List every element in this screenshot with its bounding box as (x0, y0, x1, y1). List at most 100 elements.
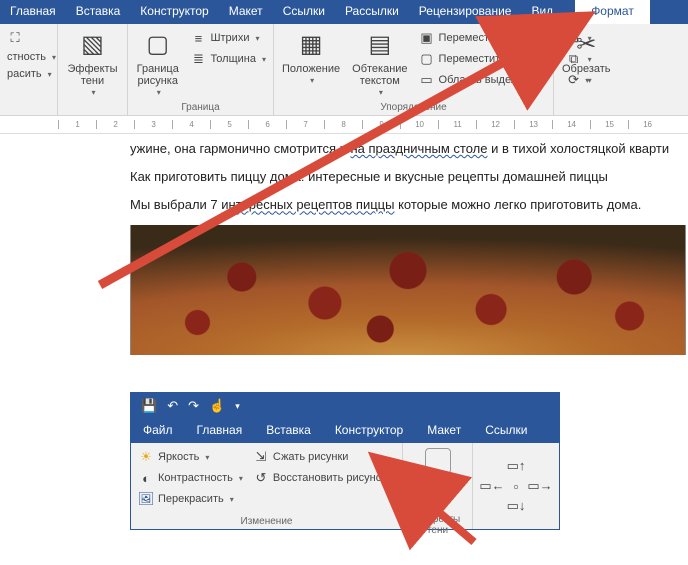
crop-button[interactable]: ✂ Обрезать (558, 27, 615, 88)
touch-mode-icon[interactable]: ☝ (209, 398, 225, 414)
recolor-button[interactable]: 🖼 Перекрасить (135, 490, 246, 508)
group-label-nudge (477, 526, 555, 528)
reset-label: Восстановить рисунок (273, 472, 387, 484)
p1a: ужине, она гармонично смотрится и (130, 141, 350, 156)
crop-tool-icon: ✂ (570, 29, 602, 61)
crop-icon: ⛶ (7, 30, 23, 46)
nudge-center-icon: ▫ (508, 478, 524, 494)
bring-forward-label: Переместить вперёд (439, 32, 546, 44)
compress-icon: ⇲ (253, 449, 269, 465)
p1c: и в тихой холостяцкой кварти (487, 141, 669, 156)
weight-button[interactable]: ≣ Толщина (187, 50, 269, 68)
position-button[interactable]: ▦ Положение (278, 27, 344, 88)
compress-pictures-button[interactable]: ⇲ Сжать рисунки (250, 448, 390, 466)
contrast-button[interactable]: ◐Контрастность (135, 469, 246, 487)
nudge-center-button[interactable]: ▫ (505, 477, 527, 495)
bring-forward-button[interactable]: ▣Переместить вперёд (416, 29, 559, 47)
nudge-up-button[interactable]: ▭↑ (477, 457, 555, 475)
undo-icon[interactable]: ↶ (167, 398, 178, 414)
tab-view[interactable]: Вид (521, 0, 563, 24)
picture-border-button[interactable]: ▢ Граница рисунка (132, 27, 183, 100)
qat-customize-icon[interactable]: ▾ (235, 401, 240, 412)
tab-design[interactable]: Конструктор (130, 0, 218, 24)
brightness-button[interactable]: ☀Яркость (135, 448, 246, 466)
p3c: которые можно легко приготовить дома. (394, 197, 641, 212)
nudge-right-icon: ▭→ (532, 478, 548, 494)
selection-pane-label: Область выделения (439, 74, 542, 86)
weight-icon: ≣ (190, 51, 206, 67)
group-label-shadow: Эффекты тени (407, 513, 468, 537)
ribbon-tabs-2: Файл Главная Вставка Конструктор Макет С… (131, 419, 559, 443)
tab-review[interactable]: Рецензирование (409, 0, 522, 24)
picture-border-icon: ▢ (142, 29, 174, 61)
tab2-home[interactable]: Главная (185, 419, 255, 443)
doc-paragraph-3: Мы выбрали 7 интересных рецептов пиццы к… (130, 196, 688, 214)
ribbon-tabs: Главная Вставка Конструктор Макет Ссылки… (0, 0, 688, 24)
group-label-border: Граница (132, 101, 269, 114)
group-label-crop (558, 112, 610, 114)
p3a: Мы выбрали 7 (130, 197, 221, 212)
shadow-effects-button[interactable]: ▧ Эффекты тени (62, 27, 123, 100)
tab-layout[interactable]: Макет (219, 0, 273, 24)
selection-pane-icon: ▭ (419, 72, 435, 88)
wrap-text-label: Обтекание текстом (352, 63, 407, 87)
horizontal-ruler[interactable]: 12345678910111213141516 (0, 116, 688, 134)
crop-label: Обрезать (562, 63, 611, 75)
shadow-effects-label: Эффекты тени (66, 63, 119, 87)
hatch-button[interactable]: ≡Штрихи (187, 29, 269, 47)
ribbon: ⛶ стность расить ▧ Эффекты тени ▢ Границ… (0, 24, 688, 116)
position-label: Положение (282, 63, 340, 75)
p3b: интересных рецептов пиццы (221, 197, 394, 212)
picture-border-label: Граница рисунка (136, 63, 179, 87)
shadow-effects-label-2: Эффекты тени (411, 476, 464, 500)
doc-paragraph-2: Как приготовить пиццу дома: интересные и… (130, 168, 688, 186)
send-backward-icon: ▢ (419, 51, 435, 67)
tab-references[interactable]: Ссылки (273, 0, 335, 24)
reset-icon: ↺ (253, 470, 269, 486)
selection-pane-button[interactable]: ▭ Область выделения (416, 71, 559, 89)
nudge-down-button[interactable]: ▭↓ (477, 497, 555, 515)
brightness-icon: ☀ (138, 449, 154, 465)
inserted-pizza-image[interactable] (130, 225, 686, 355)
weight-label: Толщина (210, 53, 256, 65)
tab2-design[interactable]: Конструктор (323, 419, 415, 443)
tab2-references[interactable]: Ссылки (473, 419, 539, 443)
send-backward-button[interactable]: ▢ Переместить назад (416, 50, 559, 68)
document-body[interactable]: ужине, она гармонично смотрится и на пра… (0, 134, 688, 355)
partial-btn-2[interactable]: расить (4, 67, 53, 81)
ribbon-2: ☀Яркость ◐Контрастность 🖼 Перекрасить ⇲ Сж… (131, 443, 559, 529)
tab2-file[interactable]: Файл (131, 419, 185, 443)
shadow-effects-button-2[interactable]: Эффекты тени (407, 446, 468, 513)
tab-insert[interactable]: Вставка (66, 0, 131, 24)
redo-icon[interactable]: ↷ (188, 398, 199, 414)
wrap-text-button[interactable]: ▤ Обтекание текстом (348, 27, 411, 100)
wrap-text-icon: ▤ (364, 29, 396, 61)
group-label-partial (4, 112, 53, 114)
save-icon[interactable]: 💾 (141, 398, 157, 414)
reset-picture-button[interactable]: ↺ Восстановить рисунок (250, 469, 390, 487)
tab-home[interactable]: Главная (0, 0, 66, 24)
second-window: 💾 ↶ ↷ ☝ ▾ Файл Главная Вставка Конструкт… (130, 392, 560, 530)
shadow-effects-icon: ▧ (77, 29, 109, 61)
recolor-label: Перекрасить (158, 493, 224, 505)
nudge-up-icon: ▭↑ (508, 458, 524, 474)
nudge-down-icon: ▭↓ (508, 498, 524, 514)
tab-format[interactable]: Формат (575, 0, 650, 24)
partial-btn-1[interactable]: стность (4, 50, 53, 64)
hatch-icon: ≡ (190, 30, 206, 46)
nudge-left-icon: ▭← (484, 478, 500, 494)
recolor-icon: 🖼 (138, 491, 154, 507)
partial-icon-1[interactable]: ⛶ (4, 29, 53, 47)
p1b: на праздничным столе (350, 141, 487, 156)
doc-paragraph-1: ужине, она гармонично смотрится и на пра… (130, 140, 688, 158)
nudge-right-button[interactable]: ▭→ (529, 477, 551, 495)
nudge-left-button[interactable]: ▭← (481, 477, 503, 495)
send-backward-label: Переместить назад (439, 53, 539, 65)
group-label-adjust: Изменение (135, 515, 398, 528)
tab2-layout[interactable]: Макет (415, 419, 473, 443)
group-label-arrange: Упорядочение (278, 101, 549, 114)
compress-label: Сжать рисунки (273, 451, 349, 463)
shadow-effects-icon-2 (425, 448, 451, 474)
tab2-insert[interactable]: Вставка (254, 419, 323, 443)
tab-mailings[interactable]: Рассылки (335, 0, 409, 24)
